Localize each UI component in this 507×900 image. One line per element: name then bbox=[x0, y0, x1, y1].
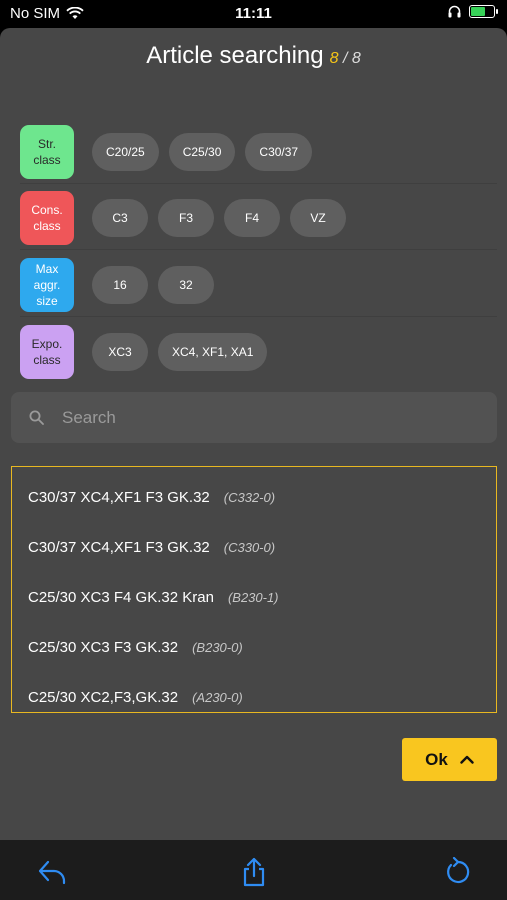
result-item[interactable]: C25/30 XC3 F3 GK.32 (B230-0) bbox=[12, 622, 496, 672]
results-list[interactable]: C30/37 XC4,XF1 F3 GK.32 (C332-0) C30/37 X… bbox=[11, 466, 497, 713]
refresh-button[interactable] bbox=[442, 856, 474, 888]
ok-button-label: Ok bbox=[425, 749, 448, 769]
result-name: C25/30 XC2,F3,GK.32 bbox=[28, 688, 179, 706]
refresh-icon bbox=[447, 857, 470, 884]
result-name: C30/37 XC4,XF1 F3 GK.32 bbox=[28, 488, 210, 506]
chip-32[interactable]: 32 bbox=[158, 265, 214, 304]
chip-vz[interactable]: VZ bbox=[290, 198, 346, 237]
bottom-toolbar bbox=[0, 840, 507, 900]
chip-f4[interactable]: F4 bbox=[224, 198, 280, 237]
result-code: (C332-0) bbox=[223, 489, 276, 505]
filter-row-strength: Str. class C20/25 C25/30 C30/37 bbox=[20, 120, 497, 184]
result-code: (B230-1) bbox=[227, 589, 279, 605]
result-name: C25/30 XC3 F3 GK.32 bbox=[28, 638, 179, 656]
counter-total: 8 bbox=[351, 50, 361, 67]
chip-c20-25[interactable]: C20/25 bbox=[92, 132, 159, 171]
category-label: Max aggr. size bbox=[33, 261, 61, 308]
result-item[interactable]: C25/30 XC3 F4 GK.32 Kran (B230-1) bbox=[12, 572, 496, 622]
chip-xc3[interactable]: XC3 bbox=[92, 333, 148, 371]
result-item[interactable]: C30/37 XC4,XF1 F3 GK.32 (C330-0) bbox=[12, 522, 496, 572]
result-code: (B230-0) bbox=[192, 639, 243, 655]
reply-icon bbox=[38, 860, 66, 885]
result-code: (A230-0) bbox=[192, 689, 243, 705]
chip-c30-37[interactable]: C30/37 bbox=[245, 132, 313, 171]
search-bar[interactable] bbox=[11, 392, 497, 443]
battery-icon bbox=[469, 5, 498, 18]
article-search-sheet: Article searching 8 / 8 Str. class C20/25 … bbox=[0, 28, 507, 840]
search-input[interactable] bbox=[62, 407, 462, 428]
category-max-aggregate-size: Max aggr. size bbox=[20, 257, 74, 312]
result-counter: 8 / 8 bbox=[330, 50, 361, 67]
chip-c25-30[interactable]: C25/30 bbox=[168, 132, 236, 171]
filter-row-exposure: Expo. class XC3 XC4, XF1, XA1 bbox=[20, 320, 497, 384]
category-consistency-class: Cons. class bbox=[20, 190, 74, 245]
chip-c3[interactable]: C3 bbox=[92, 198, 148, 237]
chip-xc4-xf1-xa1[interactable]: XC4, XF1, XA1 bbox=[158, 333, 268, 371]
result-item[interactable]: C30/37 XC4,XF1 F3 GK.32 (C332-0) bbox=[12, 472, 496, 522]
headphones-icon bbox=[448, 5, 461, 18]
counter-separator: / bbox=[342, 50, 348, 67]
reply-button[interactable] bbox=[36, 856, 68, 888]
share-icon bbox=[243, 857, 265, 887]
share-button[interactable] bbox=[238, 856, 270, 888]
result-item[interactable]: C25/30 XC2,F3,GK.32 (A230-0) bbox=[12, 672, 496, 712]
result-name: C30/37 XC4,XF1 F3 GK.32 bbox=[28, 538, 210, 556]
page-title: Article searching 8 / 8 bbox=[0, 42, 507, 70]
category-label: Cons. class bbox=[31, 202, 63, 233]
ok-button[interactable]: Ok bbox=[402, 738, 497, 781]
status-bar: No SIM 11:11 bbox=[0, 0, 507, 28]
status-time: 11:11 bbox=[235, 5, 272, 22]
result-code: (C330-0) bbox=[223, 539, 276, 555]
chip-16[interactable]: 16 bbox=[92, 265, 148, 304]
chip-f3[interactable]: F3 bbox=[158, 198, 214, 237]
category-strength-class: Str. class bbox=[20, 124, 74, 179]
counter-current: 8 bbox=[329, 50, 339, 67]
chevron-up-icon bbox=[460, 755, 474, 764]
filter-row-aggregate: Max aggr. size 16 32 bbox=[20, 253, 497, 317]
search-icon bbox=[29, 410, 44, 425]
category-exposure-class: Expo. class bbox=[20, 325, 74, 379]
filter-row-consistency: Cons. class C3 F3 F4 VZ bbox=[20, 186, 497, 250]
title-text: Article searching bbox=[146, 42, 324, 69]
category-label: Str. class bbox=[33, 136, 61, 167]
result-name: C25/30 XC3 F4 GK.32 Kran bbox=[28, 588, 214, 606]
category-label: Expo. class bbox=[31, 337, 63, 367]
